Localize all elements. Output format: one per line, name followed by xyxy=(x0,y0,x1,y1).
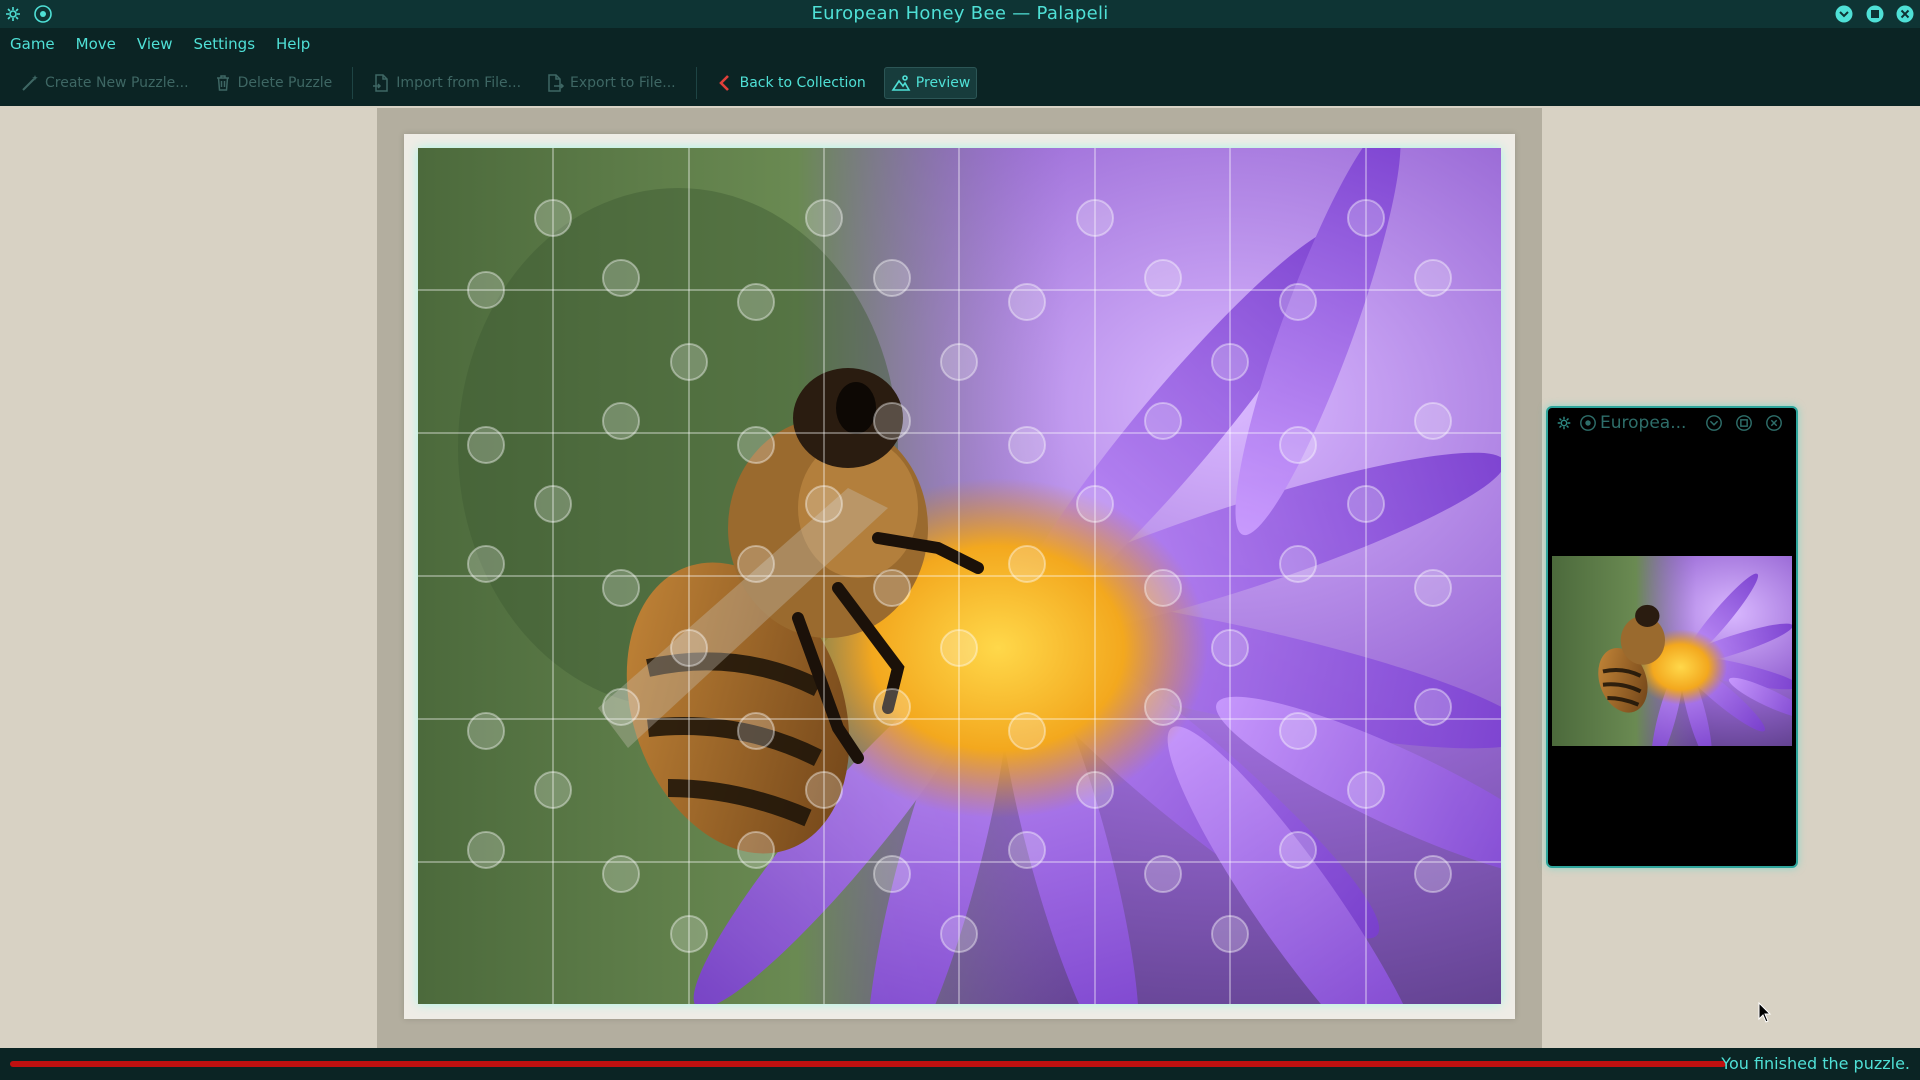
create-puzzle-button[interactable]: Create New Puzzle... xyxy=(14,67,195,99)
export-label: Export to File... xyxy=(570,75,676,91)
preview-window-titlebar[interactable]: Europea... xyxy=(1548,408,1796,438)
preview-window-title: Europea... xyxy=(1600,413,1687,433)
app-menu-icon[interactable] xyxy=(1554,413,1574,433)
menu-bar: Game Move View Settings Help xyxy=(0,28,1920,60)
export-button[interactable]: Export to File... xyxy=(539,67,682,99)
preview-label: Preview xyxy=(915,75,971,91)
pin-icon[interactable] xyxy=(1578,413,1598,433)
back-to-collection-label: Back to Collection xyxy=(739,75,866,91)
toolbar-separator xyxy=(352,67,354,99)
document-export-icon xyxy=(548,74,565,92)
trash-icon xyxy=(216,75,229,91)
chevron-left-icon xyxy=(718,75,729,91)
create-puzzle-label: Create New Puzzle... xyxy=(45,75,189,91)
close-icon[interactable] xyxy=(1764,413,1784,433)
close-icon[interactable] xyxy=(1894,3,1916,25)
minimize-icon[interactable] xyxy=(1704,413,1724,433)
puzzle-workspace: Europea... xyxy=(0,106,1920,1048)
progress-fill xyxy=(10,1061,1726,1067)
minimize-icon[interactable] xyxy=(1833,3,1855,25)
puzzle-image[interactable] xyxy=(418,148,1501,1004)
menu-help[interactable]: Help xyxy=(276,35,310,53)
menu-view[interactable]: View xyxy=(137,35,173,53)
preview-image-icon xyxy=(891,75,911,91)
import-label: Import from File... xyxy=(396,75,522,91)
mouse-cursor-icon xyxy=(1758,1002,1772,1023)
puzzle-frame xyxy=(404,134,1515,1019)
window-titlebar: European Honey Bee — Palapeli xyxy=(0,0,1920,28)
status-message: You finished the puzzle. xyxy=(1721,1054,1910,1073)
menu-game[interactable]: Game xyxy=(10,35,55,53)
toolbar-separator xyxy=(695,67,697,99)
progress-bar xyxy=(10,1061,1726,1067)
back-to-collection-button[interactable]: Back to Collection xyxy=(709,67,872,99)
status-bar: You finished the puzzle. xyxy=(0,1048,1920,1080)
magic-wand-icon xyxy=(22,75,38,91)
preview-button[interactable]: Preview xyxy=(883,67,978,99)
toolbar: Create New Puzzle... Delete Puzzle Impor… xyxy=(0,60,1920,106)
window-title: European Honey Bee — Palapeli xyxy=(811,3,1109,24)
maximize-icon[interactable] xyxy=(1864,3,1886,25)
menu-settings[interactable]: Settings xyxy=(194,35,256,53)
maximize-icon[interactable] xyxy=(1734,413,1754,433)
puzzle-table[interactable] xyxy=(377,108,1542,1048)
document-import-icon xyxy=(373,74,389,92)
import-button[interactable]: Import from File... xyxy=(365,67,527,99)
preview-thumbnail xyxy=(1552,556,1792,746)
delete-puzzle-label: Delete Puzzle xyxy=(237,75,333,91)
menu-move[interactable]: Move xyxy=(76,35,116,53)
delete-puzzle-button[interactable]: Delete Puzzle xyxy=(207,67,339,99)
preview-window[interactable]: Europea... xyxy=(1546,406,1798,868)
